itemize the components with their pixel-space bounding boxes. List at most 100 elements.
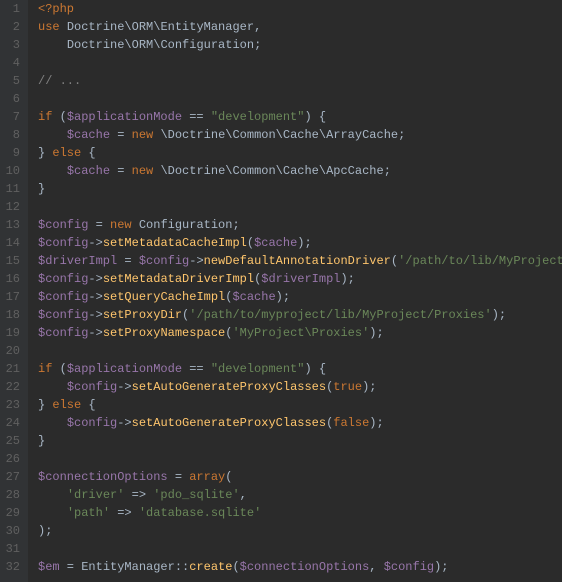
code-line[interactable]: $config = new Configuration;	[38, 216, 562, 234]
token-op: }	[38, 398, 52, 412]
token-op: =>	[124, 488, 153, 502]
token-op: ->	[88, 272, 102, 286]
token-op	[38, 416, 67, 430]
code-line[interactable]: 'path' => 'database.sqlite'	[38, 504, 562, 522]
code-line[interactable]: $config->setAutoGenerateProxyClasses(fal…	[38, 414, 562, 432]
token-op: =	[110, 164, 132, 178]
token-op: );	[276, 290, 290, 304]
token-var: $driverImpl	[261, 272, 340, 286]
token-var: $config	[38, 218, 88, 232]
code-line[interactable]	[38, 90, 562, 108]
token-var: $applicationMode	[67, 362, 182, 376]
token-fn: setProxyDir	[103, 308, 182, 322]
line-number: 32	[4, 558, 20, 576]
line-number: 30	[4, 522, 20, 540]
code-line[interactable]: $em = EntityManager::create($connectionO…	[38, 558, 562, 576]
token-op: ,	[240, 488, 247, 502]
token-op	[38, 164, 67, 178]
token-op: );	[369, 416, 383, 430]
token-var: $cache	[254, 236, 297, 250]
code-editor-content[interactable]: <?phpuse Doctrine\ORM\EntityManager, Doc…	[28, 0, 562, 582]
token-op: );	[297, 236, 311, 250]
token-kw: new	[132, 164, 161, 178]
token-bool: false	[333, 416, 369, 430]
code-line[interactable]: 'driver' => 'pdo_sqlite',	[38, 486, 562, 504]
code-line[interactable]: } else {	[38, 396, 562, 414]
token-var: $config	[38, 236, 88, 250]
token-var: $config	[38, 326, 88, 340]
token-pale: Doctrine	[67, 20, 125, 34]
token-pale: ORM	[132, 20, 154, 34]
code-line[interactable]: $config->setMetadataDriverImpl($driverIm…	[38, 270, 562, 288]
token-op: (	[60, 362, 67, 376]
token-var: $cache	[232, 290, 275, 304]
token-comment: // ...	[38, 74, 81, 88]
token-kw: if	[38, 110, 60, 124]
token-var: $connectionOptions	[240, 560, 370, 574]
line-number: 31	[4, 540, 20, 558]
line-number: 25	[4, 432, 20, 450]
code-line[interactable]: }	[38, 432, 562, 450]
token-op: (	[60, 110, 67, 124]
code-line[interactable]: $cache = new \Doctrine\Common\Cache\ApcC…	[38, 162, 562, 180]
line-number: 2	[4, 18, 20, 36]
token-op	[38, 380, 67, 394]
code-line[interactable]	[38, 450, 562, 468]
code-line[interactable]: <?php	[38, 0, 562, 18]
token-kw: use	[38, 20, 67, 34]
code-line[interactable]: $config->setAutoGenerateProxyClasses(tru…	[38, 378, 562, 396]
token-kw: new	[132, 128, 161, 142]
token-op: }	[38, 146, 52, 160]
code-line[interactable]: Doctrine\ORM\Configuration;	[38, 36, 562, 54]
code-line[interactable]: }	[38, 180, 562, 198]
token-var: $config	[139, 254, 189, 268]
line-number: 8	[4, 126, 20, 144]
token-op: =	[110, 128, 132, 142]
token-op: ) {	[304, 110, 326, 124]
token-pale: ORM	[132, 38, 154, 52]
line-number: 23	[4, 396, 20, 414]
line-number: 1	[4, 0, 20, 18]
code-line[interactable]	[38, 54, 562, 72]
code-line[interactable]: );	[38, 522, 562, 540]
line-number: 26	[4, 450, 20, 468]
token-pale: \Doctrine\Common\Cache\ApcCache	[160, 164, 383, 178]
code-line[interactable]	[38, 198, 562, 216]
line-number: 6	[4, 90, 20, 108]
token-op	[38, 128, 67, 142]
token-kw: new	[110, 218, 139, 232]
code-line[interactable]: use Doctrine\ORM\EntityManager,	[38, 18, 562, 36]
token-op: =	[168, 470, 190, 484]
token-op: (	[391, 254, 398, 268]
code-line[interactable]: if ($applicationMode == "development") {	[38, 360, 562, 378]
token-pale: Configuration	[160, 38, 254, 52]
token-fn: setQueryCacheImpl	[103, 290, 225, 304]
token-str: 'database.sqlite'	[139, 506, 261, 520]
token-op: ==	[182, 362, 211, 376]
code-line[interactable]: } else {	[38, 144, 562, 162]
token-op: ;	[384, 164, 391, 178]
token-op: );	[38, 524, 52, 538]
code-line[interactable]: $connectionOptions = array(	[38, 468, 562, 486]
code-line[interactable]: // ...	[38, 72, 562, 90]
code-line[interactable]: $config->setMetadataCacheImpl($cache);	[38, 234, 562, 252]
code-line[interactable]: $config->setProxyDir('/path/to/myproject…	[38, 306, 562, 324]
token-pale: \Doctrine\Common\Cache\ArrayCache	[160, 128, 398, 142]
code-line[interactable]: $driverImpl = $config->newDefaultAnnotat…	[38, 252, 562, 270]
code-line[interactable]	[38, 342, 562, 360]
code-line[interactable]	[38, 540, 562, 558]
code-line[interactable]: $cache = new \Doctrine\Common\Cache\Arra…	[38, 126, 562, 144]
token-fn: setProxyNamespace	[103, 326, 225, 340]
token-fn: newDefaultAnnotationDriver	[204, 254, 391, 268]
token-kw: else	[52, 398, 88, 412]
token-op	[38, 488, 67, 502]
token-var: $applicationMode	[67, 110, 182, 124]
code-line[interactable]: $config->setQueryCacheImpl($cache);	[38, 288, 562, 306]
token-str: 'path'	[67, 506, 110, 520]
token-op: );	[340, 272, 354, 286]
line-number: 15	[4, 252, 20, 270]
code-line[interactable]: if ($applicationMode == "development") {	[38, 108, 562, 126]
token-kw: if	[38, 362, 60, 376]
line-number: 13	[4, 216, 20, 234]
code-line[interactable]: $config->setProxyNamespace('MyProject\Pr…	[38, 324, 562, 342]
